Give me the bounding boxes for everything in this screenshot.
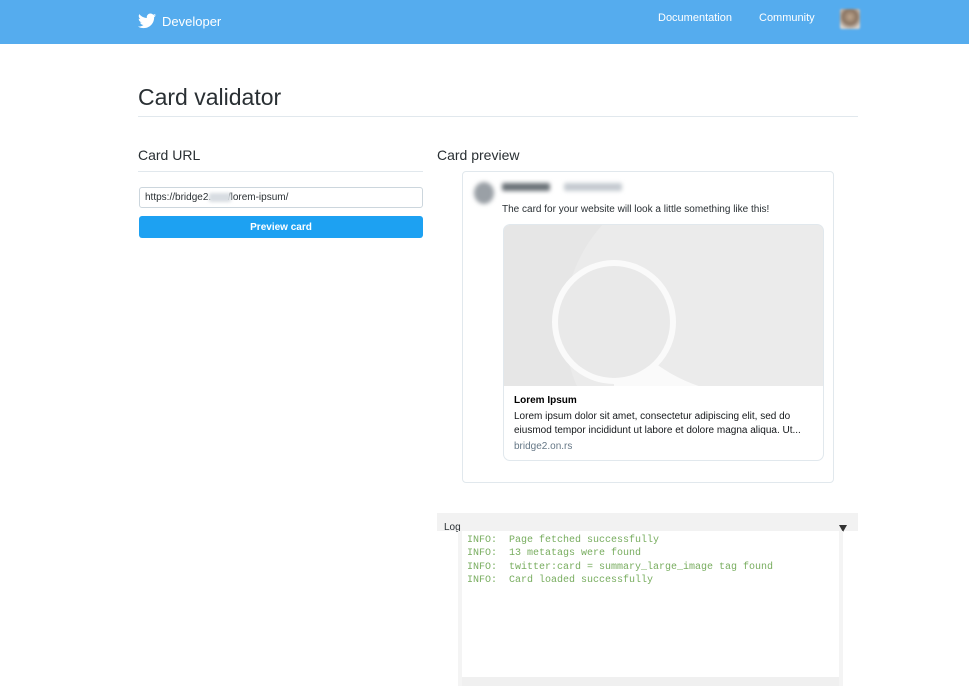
- log-line: INFO: Page fetched successfully: [467, 535, 660, 546]
- twitter-bird-icon: [138, 13, 156, 29]
- log-right-edge: [839, 531, 843, 686]
- card-url-heading: Card URL: [138, 147, 201, 163]
- nav-community[interactable]: Community: [759, 12, 815, 24]
- brand-text: Developer: [162, 13, 222, 29]
- log-line: INFO: 13 metatags were found: [467, 548, 642, 560]
- top-bar: Developer Documentation Community: [0, 0, 969, 44]
- log-header[interactable]: [437, 513, 858, 531]
- card-url-input[interactable]: [139, 187, 423, 208]
- brand-link[interactable]: Developer: [138, 10, 221, 32]
- card-image-placeholder: [504, 225, 823, 386]
- log-scrollbar-track[interactable]: [462, 677, 839, 686]
- log-output: INFO: Page fetched successfully INFO: 13 …: [462, 531, 839, 686]
- tweet-author-name-blurred: [502, 183, 550, 191]
- log-line: INFO: twitter:card = summary_large_image…: [467, 561, 774, 573]
- user-avatar[interactable]: [840, 9, 860, 29]
- card-title: Lorem Ipsum: [514, 395, 577, 406]
- card-preview-heading: Card preview: [437, 147, 520, 163]
- tweet-avatar: [474, 182, 494, 204]
- card-url-divider: [138, 171, 423, 172]
- url-redacted-blur: [209, 193, 231, 202]
- title-divider: [138, 116, 858, 117]
- placeholder-image-icon: [504, 225, 823, 386]
- tweet-text: The card for your website will look a li…: [502, 204, 770, 215]
- page-title: Card validator: [138, 84, 282, 110]
- tweet-author-handle-blurred: [564, 183, 622, 191]
- log-line: INFO: Card loaded successfully: [467, 574, 654, 586]
- preview-card-button[interactable]: Preview card: [139, 216, 423, 238]
- card-description: Lorem ipsum dolor sit amet, consectetur …: [514, 411, 801, 436]
- card-domain: bridge2.on.rs: [514, 441, 573, 452]
- nav-documentation[interactable]: Documentation: [658, 12, 732, 24]
